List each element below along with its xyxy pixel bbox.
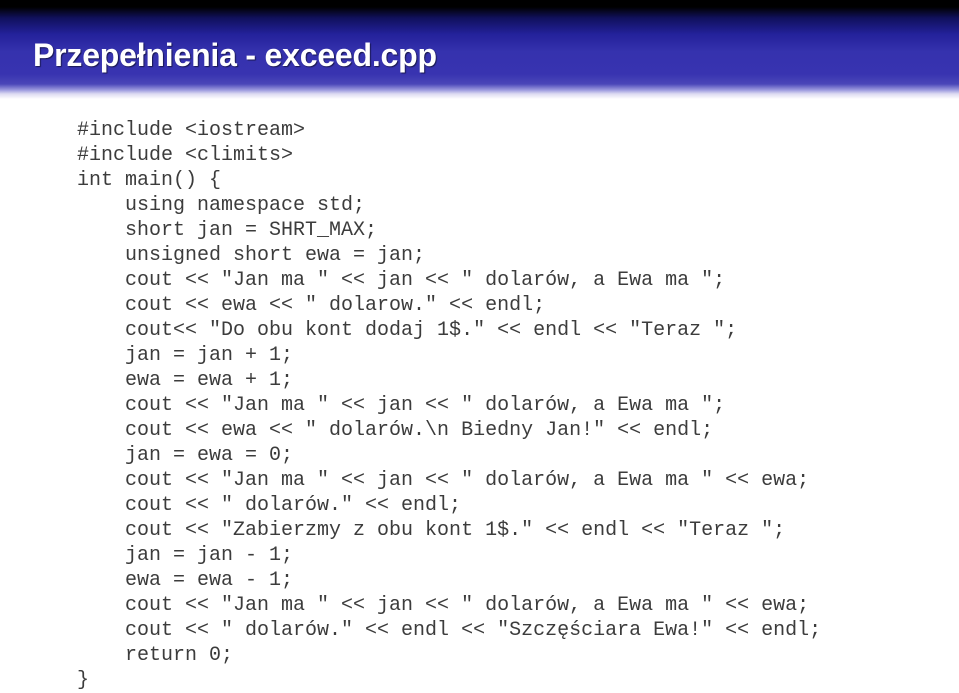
code-line: cout<< "Do obu kont dodaj 1$." << endl <… — [77, 319, 738, 342]
code-line: ewa = ewa - 1; — [77, 569, 294, 592]
code-line: cout << ewa << " dolarów.\n Biedny Jan!"… — [77, 419, 714, 442]
code-line: cout << " dolarów." << endl; — [77, 494, 462, 517]
code-line: jan = ewa = 0; — [77, 444, 294, 467]
code-line: #include <iostream> — [77, 119, 306, 142]
code-line: cout << "Zabierzmy z obu kont 1$." << en… — [77, 519, 786, 542]
code-line: #include <climits> — [77, 144, 294, 167]
code-line: short jan = SHRT_MAX; — [77, 219, 378, 242]
code-line: unsigned short ewa = jan; — [77, 244, 426, 267]
code-line: int main() { — [77, 169, 222, 192]
page-title: Przepełnienia - exceed.cpp — [33, 37, 437, 73]
code-line: cout << ewa << " dolarow." << endl; — [77, 294, 546, 317]
code-line: jan = jan + 1; — [77, 344, 294, 367]
code-line: } — [77, 669, 90, 692]
code-line: ewa = ewa + 1; — [77, 369, 294, 392]
code-line: cout << "Jan ma " << jan << " dolarów, a… — [77, 594, 810, 617]
code-line: cout << "Jan ma " << jan << " dolarów, a… — [77, 269, 726, 292]
title-banner: Przepełnienia - exceed.cpp — [0, 0, 959, 100]
code-line: return 0; — [77, 644, 234, 667]
code-line: using namespace std; — [77, 194, 366, 217]
code-line: cout << "Jan ma " << jan << " dolarów, a… — [77, 469, 810, 492]
code-line: cout << "Jan ma " << jan << " dolarów, a… — [77, 394, 726, 417]
code-line: jan = jan - 1; — [77, 544, 294, 567]
code-line: cout << " dolarów." << endl << "Szczęści… — [77, 619, 822, 642]
code-listing: #include <iostream> #include <climits> int… — [0, 118, 959, 693]
